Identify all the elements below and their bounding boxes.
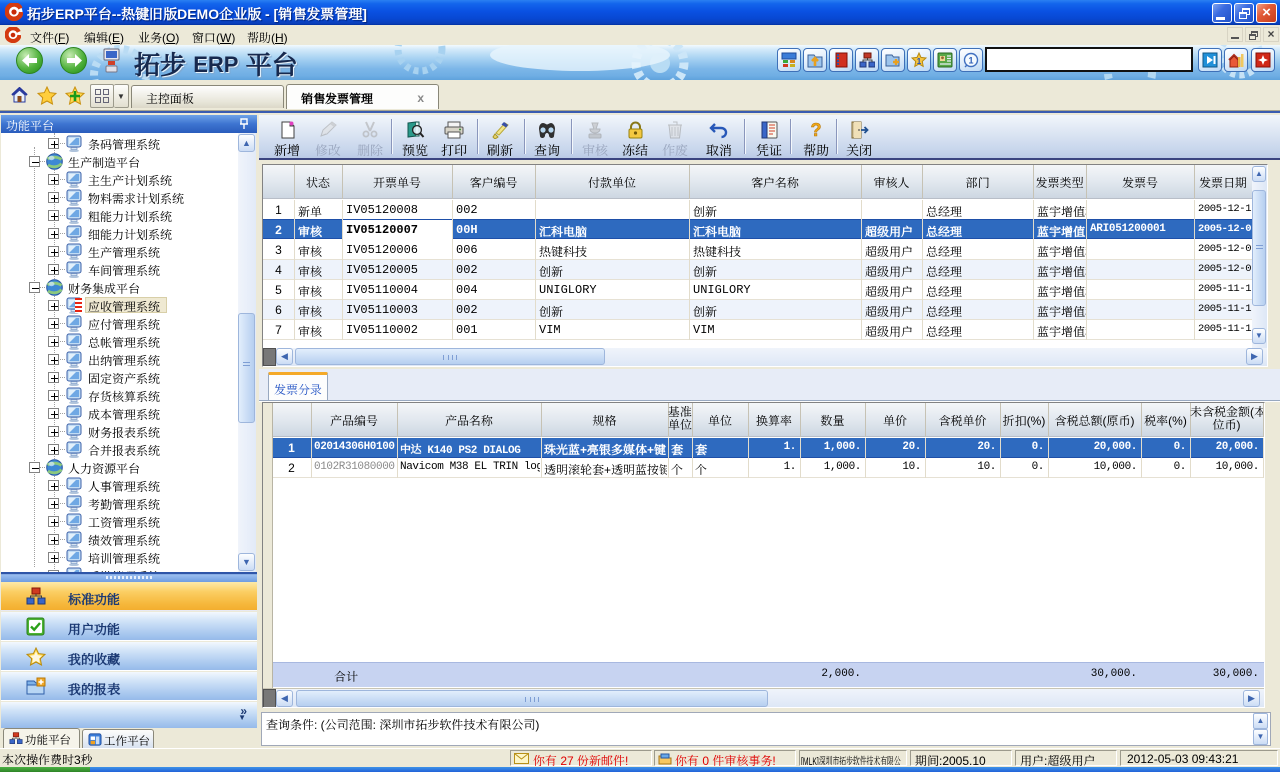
svg-text:1: 1 [916, 57, 921, 66]
svg-text:1: 1 [968, 55, 973, 65]
svg-text:?: ? [811, 121, 822, 139]
